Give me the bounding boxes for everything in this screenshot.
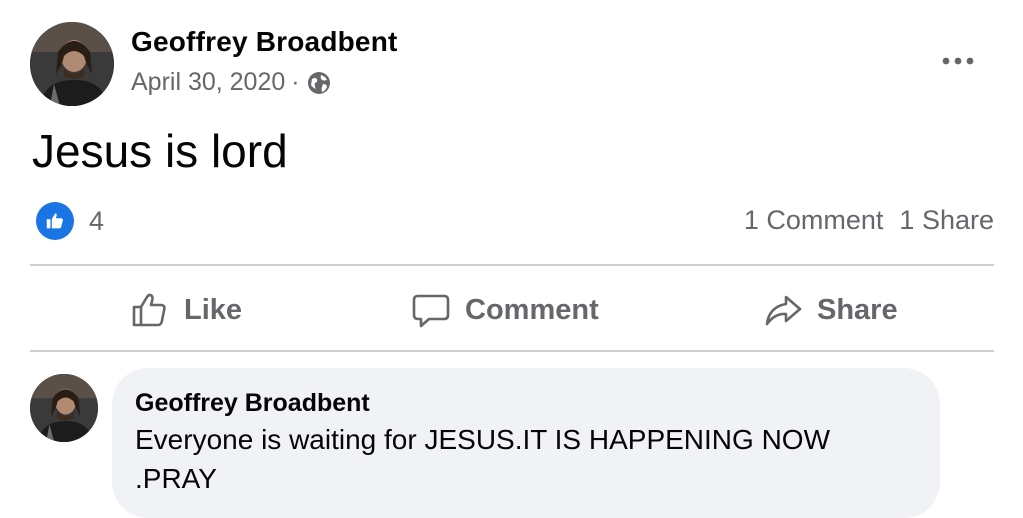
- comment-text: Everyone is waiting for JESUS.IT IS HAPP…: [135, 424, 831, 494]
- comment-icon: [412, 294, 450, 328]
- comments-count[interactable]: 1 Comment: [744, 205, 884, 236]
- comment-button[interactable]: Comment: [411, 282, 599, 338]
- post-text: Jesus is lord: [32, 125, 288, 177]
- share-label: Share: [817, 293, 898, 326]
- like-icon[interactable]: [36, 202, 74, 240]
- share-icon: [765, 295, 802, 326]
- post-date[interactable]: April 30, 2020: [131, 68, 285, 97]
- author-name[interactable]: Geoffrey Broadbent: [131, 26, 398, 58]
- shares-count[interactable]: 1 Share: [899, 205, 994, 236]
- commenter-avatar[interactable]: [30, 374, 98, 442]
- divider: [30, 350, 994, 352]
- like-label: Like: [184, 293, 243, 326]
- comment-author[interactable]: Geoffrey Broadbent: [135, 389, 370, 418]
- post-meta: April 30, 2020 ·: [131, 68, 332, 97]
- comment-label: Comment: [465, 293, 599, 326]
- thumbs-up-icon: [132, 293, 166, 327]
- share-button[interactable]: Share: [763, 282, 898, 338]
- more-options-icon[interactable]: [938, 48, 978, 74]
- facebook-post: Geoffrey Broadbent April 30, 2020 · Jesu…: [0, 0, 1023, 518]
- author-avatar[interactable]: [30, 22, 114, 106]
- divider: [30, 264, 994, 266]
- globe-icon[interactable]: [306, 70, 332, 96]
- like-button[interactable]: Like: [130, 282, 242, 338]
- engagement-counts: 1 Comment 1 Share: [744, 205, 994, 236]
- reaction-count[interactable]: 4: [89, 206, 104, 237]
- meta-separator: ·: [291, 68, 300, 96]
